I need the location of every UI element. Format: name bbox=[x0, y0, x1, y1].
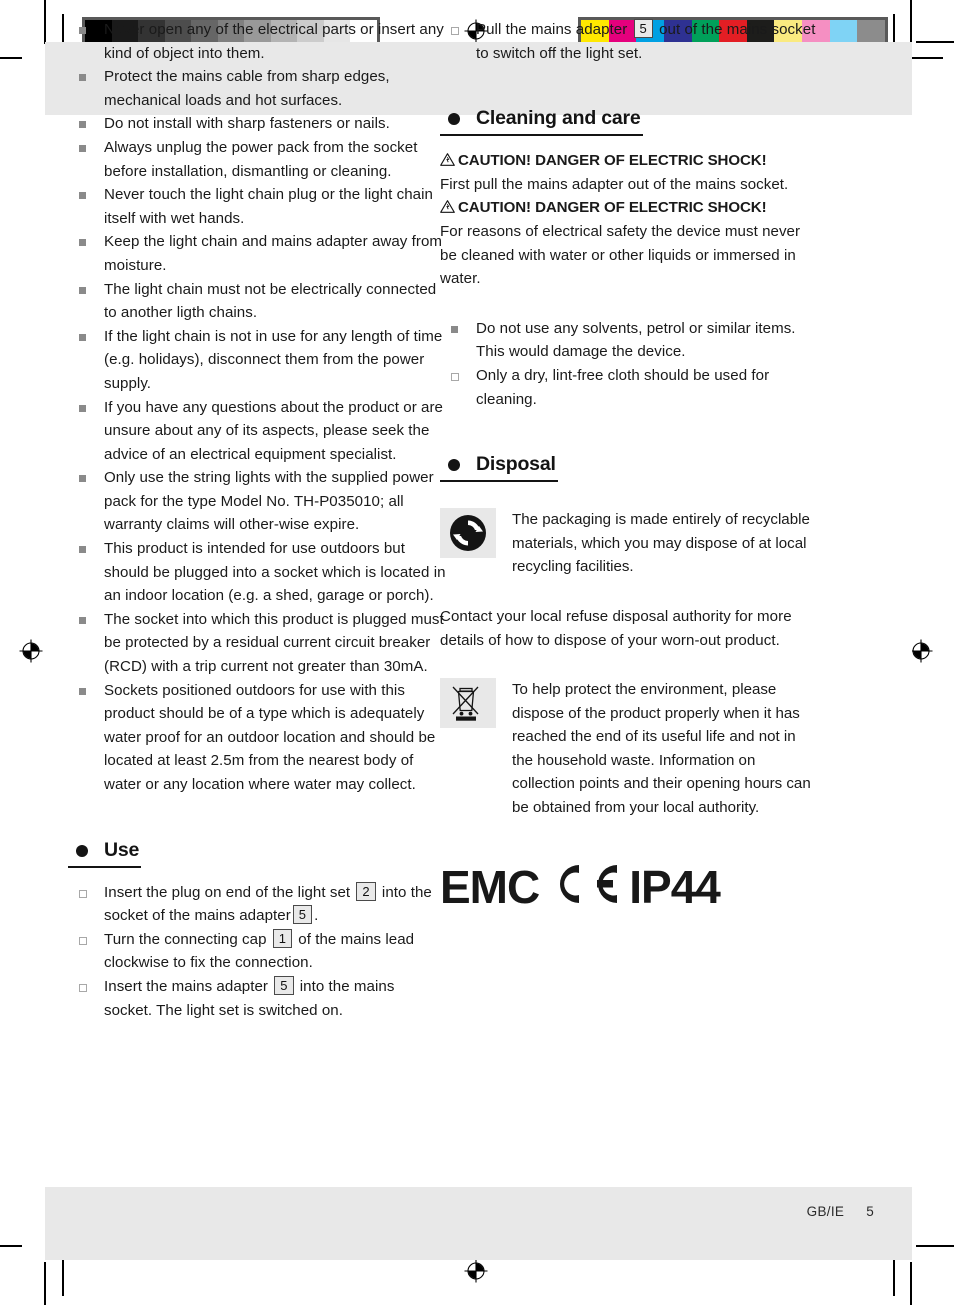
caution-line-2: CAUTION! DANGER OF ELECTRIC SHOCK! bbox=[440, 196, 818, 220]
list-item-text: Sockets positioned outdoors for use with… bbox=[104, 681, 436, 793]
page-footer-band bbox=[45, 1187, 912, 1260]
list-item: Pull the mains adapter 5 out of the main… bbox=[440, 18, 818, 65]
list-item: Do not use any solvents, petrol or simil… bbox=[440, 317, 818, 364]
list-item: Never touch the light chain plug or the … bbox=[68, 183, 446, 230]
list-item-text: If you have any questions about the prod… bbox=[104, 398, 443, 463]
list-item-text: Only use the string lights with the supp… bbox=[104, 469, 434, 534]
part-reference-badge: 5 bbox=[292, 905, 313, 925]
crossed-out-wheelie-bin-icon bbox=[440, 678, 496, 729]
step-text-a: Pull the mains adapter bbox=[476, 21, 628, 38]
crop-mark-top-right-vertical bbox=[910, 0, 912, 44]
list-item: Always unplug the power pack from the so… bbox=[68, 136, 446, 183]
list-item: Sockets positioned outdoors for use with… bbox=[68, 679, 446, 797]
cleaning-items-list: Do not use any solvents, petrol or simil… bbox=[440, 317, 818, 411]
calibration-swatch bbox=[857, 20, 886, 43]
disposal-heading-wrap: Disposal bbox=[440, 451, 818, 483]
list-item: Insert the mains adapter 5 into the main… bbox=[68, 975, 446, 1022]
left-column: Never open any of the electrical parts o… bbox=[68, 18, 446, 1022]
calibration-swatch bbox=[829, 20, 858, 43]
list-item-text: If the light chain is not in use for any… bbox=[104, 327, 443, 392]
crop-mark-top-left-vertical bbox=[44, 0, 46, 44]
step-text: Insert the mains adapter bbox=[104, 977, 273, 995]
recycling-text: The packaging is made entirely of recycl… bbox=[512, 511, 810, 576]
list-item: Only use the string lights with the supp… bbox=[68, 466, 446, 537]
list-item: Keep the light chain and mains adapter a… bbox=[68, 230, 446, 277]
use-heading-wrap: Use bbox=[68, 837, 446, 868]
crop-mark-right-bottom-horizontal bbox=[916, 1245, 954, 1247]
switch-off-step-list: Pull the mains adapter 5 out of the main… bbox=[440, 18, 818, 65]
list-item: Do not install with sharp fasteners or n… bbox=[68, 112, 446, 136]
step-text: Insert the plug on end of the light set bbox=[104, 883, 355, 901]
emc-marking: EMC bbox=[440, 860, 540, 913]
list-item-text: Never touch the light chain plug or the … bbox=[104, 186, 433, 227]
list-item: Turn the connecting cap 1 of the mains l… bbox=[68, 928, 446, 975]
part-reference-badge: 1 bbox=[272, 928, 293, 948]
cleaning-heading-wrap: Cleaning and care bbox=[440, 105, 818, 137]
safety-instructions-list: Never open any of the electrical parts o… bbox=[68, 18, 446, 797]
list-item-text: Only a dry, lint-free cloth should be us… bbox=[476, 366, 770, 408]
list-item-text: Always unplug the power pack from the so… bbox=[104, 138, 418, 180]
list-item: Protect the mains cable from sharp edges… bbox=[68, 65, 446, 112]
list-item: Never open any of the electrical parts o… bbox=[68, 18, 446, 65]
part-reference-badge: 2 bbox=[356, 881, 376, 901]
list-item: Only a dry, lint-free cloth should be us… bbox=[440, 364, 818, 411]
recycling-notice-block: The packaging is made entirely of recycl… bbox=[440, 508, 818, 579]
step-text: . bbox=[314, 907, 319, 925]
registration-mark-bottom bbox=[463, 1258, 489, 1284]
list-item-text: Keep the light chain and mains adapter a… bbox=[104, 233, 443, 274]
warning-triangle-icon bbox=[440, 200, 455, 214]
use-steps-list: Insert the plug on end of the light set … bbox=[68, 881, 446, 1023]
use-heading: Use bbox=[68, 837, 142, 868]
crop-mark-bottom-right-vertical bbox=[910, 1262, 912, 1305]
cleaning-body-2: For reasons of electrical safety the dev… bbox=[440, 222, 801, 288]
crop-mark-bottom-left-vertical bbox=[44, 1262, 46, 1305]
registration-mark-left bbox=[18, 638, 44, 664]
part-reference-badge: 5 bbox=[274, 975, 294, 995]
step-text: Turn the connecting cap bbox=[104, 930, 271, 948]
disposal-heading: Disposal bbox=[440, 451, 558, 483]
list-item: The light chain must not be electrically… bbox=[68, 278, 446, 325]
caution-text-1: CAUTION! DANGER OF ELECTRIC SHOCK! bbox=[458, 152, 767, 170]
list-item: If the light chain is not in use for any… bbox=[68, 325, 446, 396]
list-item-text: The light chain must not be electrically… bbox=[104, 280, 437, 322]
cleaning-and-care-heading: Cleaning and care bbox=[440, 105, 643, 137]
weee-text: To help protect the environment, please … bbox=[512, 681, 811, 817]
caution-text-2: CAUTION! DANGER OF ELECTRIC SHOCK! bbox=[458, 199, 767, 217]
right-column: Pull the mains adapter 5 out of the main… bbox=[440, 18, 818, 914]
crop-mark-right-top-horizontal bbox=[916, 41, 954, 43]
crop-mark-left-bottom-horizontal bbox=[0, 1245, 22, 1247]
list-item-text: Protect the mains cable from sharp edges… bbox=[104, 68, 390, 109]
list-item-text: Never open any of the electrical parts o… bbox=[104, 21, 444, 62]
weee-notice-block: To help protect the environment, please … bbox=[440, 678, 818, 820]
list-item: Insert the plug on end of the light set … bbox=[68, 881, 446, 928]
ce-marking-icon bbox=[547, 861, 621, 907]
list-item-text: Do not use any solvents, petrol or simil… bbox=[476, 319, 796, 361]
green-dot-recycling-icon bbox=[440, 508, 496, 559]
list-item-text: Do not install with sharp fasteners or n… bbox=[104, 115, 390, 133]
list-item: If you have any questions about the prod… bbox=[68, 396, 446, 467]
cleaning-body-1: First pull the mains adapter out of the … bbox=[440, 175, 789, 193]
list-item: The socket into which this product is pl… bbox=[68, 608, 446, 679]
part-reference-badge: 5 bbox=[633, 19, 653, 38]
caution-line-1: CAUTION! DANGER OF ELECTRIC SHOCK! bbox=[440, 149, 818, 173]
ip-rating-marking: IP44 bbox=[629, 860, 721, 913]
footer-page-number: 5 bbox=[866, 1204, 874, 1219]
refuse-authority-text: Contact your local refuse disposal autho… bbox=[440, 607, 792, 649]
list-item-text: The socket into which this product is pl… bbox=[104, 610, 444, 676]
compliance-markings: EMC IP44 bbox=[440, 860, 818, 914]
page-footer: GB/IE 5 bbox=[807, 1204, 874, 1219]
crop-mark-left-top-horizontal bbox=[0, 57, 22, 59]
footer-locale: GB/IE bbox=[806, 1204, 845, 1219]
list-item: This product is intended for use outdoor… bbox=[68, 537, 446, 608]
list-item-text: This product is intended for use outdoor… bbox=[104, 540, 446, 605]
warning-triangle-icon bbox=[440, 153, 455, 167]
